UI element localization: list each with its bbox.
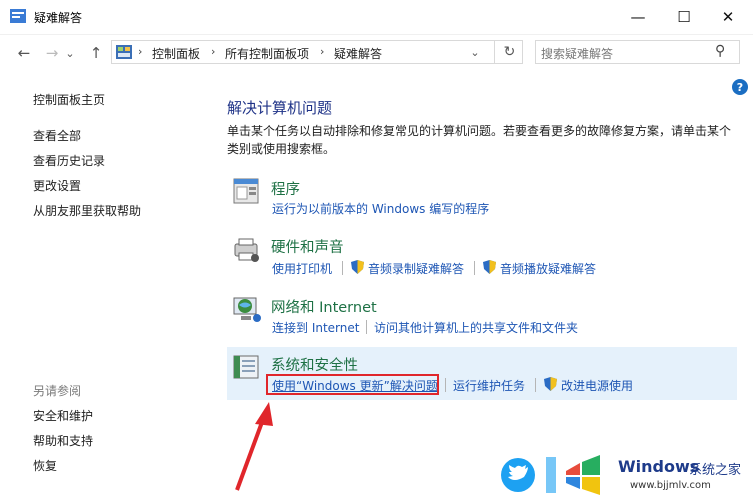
sidebar-item-view-all[interactable]: 查看全部 (33, 127, 81, 144)
link-run-older-programs[interactable]: 运行为以前版本的 Windows 编写的程序 (272, 200, 489, 217)
programs-icon (233, 178, 259, 204)
up-button[interactable]: ↑ (84, 42, 108, 64)
link-divider (366, 320, 367, 334)
sidebar-item-get-help-from-friend[interactable]: 从朋友那里获取帮助 (33, 202, 141, 219)
sidebar-item-security-maintenance[interactable]: 安全和维护 (33, 407, 93, 424)
control-panel-icon (116, 45, 132, 59)
watermark-url: www.bjjmlv.com (630, 480, 711, 491)
category-network-internet-title[interactable]: 网络和 Internet (271, 296, 377, 317)
category-system-security-title[interactable]: 系统和安全性 (271, 354, 358, 375)
category-programs-title[interactable]: 程序 (271, 178, 300, 199)
recent-locations-dropdown[interactable]: ⌄ (62, 42, 78, 64)
breadcrumb-all-items[interactable]: 所有控制面板项 (225, 45, 309, 62)
hardware-sound-icon (234, 238, 259, 262)
troubleshooting-app-icon (10, 9, 26, 23)
breadcrumb-separator: › (320, 45, 325, 58)
sidebar-item-change-settings[interactable]: 更改设置 (33, 177, 81, 194)
page-title: 解决计算机问题 (227, 99, 333, 117)
breadcrumb-separator: › (211, 45, 216, 58)
shield-icon (544, 377, 557, 391)
link-divider (445, 378, 446, 392)
sidebar-item-view-history[interactable]: 查看历史记录 (33, 152, 105, 169)
system-security-icon (233, 355, 259, 379)
link-improve-power-usage[interactable]: 改进电源使用 (561, 377, 633, 394)
sidebar-item-help-support[interactable]: 帮助和支持 (33, 432, 93, 449)
page-description: 单击某个任务以自动排除和修复常见的计算机问题。若要查看更多的故障修复方案，请单击… (227, 124, 732, 156)
network-internet-icon (233, 297, 261, 322)
category-hardware-sound-title[interactable]: 硬件和声音 (271, 236, 344, 257)
link-divider (342, 261, 343, 275)
search-input[interactable]: 搜索疑难解答 (541, 45, 613, 62)
link-access-shared-files[interactable]: 访问其他计算机上的共享文件和文件夹 (374, 319, 578, 336)
address-dropdown[interactable]: ⌄ (463, 41, 487, 63)
forward-button[interactable]: → (40, 42, 64, 64)
help-icon[interactable]: ? (732, 79, 748, 95)
link-audio-recording-troubleshooter[interactable]: 音频录制疑难解答 (368, 260, 464, 277)
link-divider (535, 378, 536, 392)
breadcrumb-control-panel[interactable]: 控制面板 (152, 45, 200, 62)
link-connect-internet[interactable]: 连接到 Internet (272, 319, 359, 336)
maximize-button[interactable]: ☐ (661, 0, 707, 34)
sidebar-item-recovery[interactable]: 恢复 (33, 457, 57, 474)
watermark-suffix: 系统之家 (689, 463, 742, 478)
link-divider (474, 261, 475, 275)
highlight-box-annotation (266, 374, 439, 395)
link-audio-playback-troubleshooter[interactable]: 音频播放疑难解答 (500, 260, 596, 277)
link-use-printer[interactable]: 使用打印机 (272, 260, 332, 277)
back-button[interactable]: ← (12, 42, 36, 64)
link-run-maintenance-tasks[interactable]: 运行维护任务 (453, 377, 525, 394)
window-title: 疑难解答 (34, 11, 83, 25)
minimize-button[interactable]: — (615, 0, 661, 34)
shield-icon (483, 260, 496, 274)
breadcrumb-troubleshooting[interactable]: 疑难解答 (334, 45, 382, 62)
search-icon[interactable]: ⚲ (715, 43, 725, 59)
sidebar-control-panel-home[interactable]: 控制面板主页 (33, 91, 105, 108)
shield-icon (351, 260, 364, 274)
see-also-label: 另请参阅 (33, 384, 82, 398)
watermark-brand: Windows (618, 457, 700, 476)
red-arrow-annotation (235, 402, 273, 491)
close-button[interactable]: ✕ (705, 0, 751, 34)
refresh-button[interactable]: ↻ (494, 40, 524, 64)
breadcrumb-separator: › (138, 45, 143, 58)
